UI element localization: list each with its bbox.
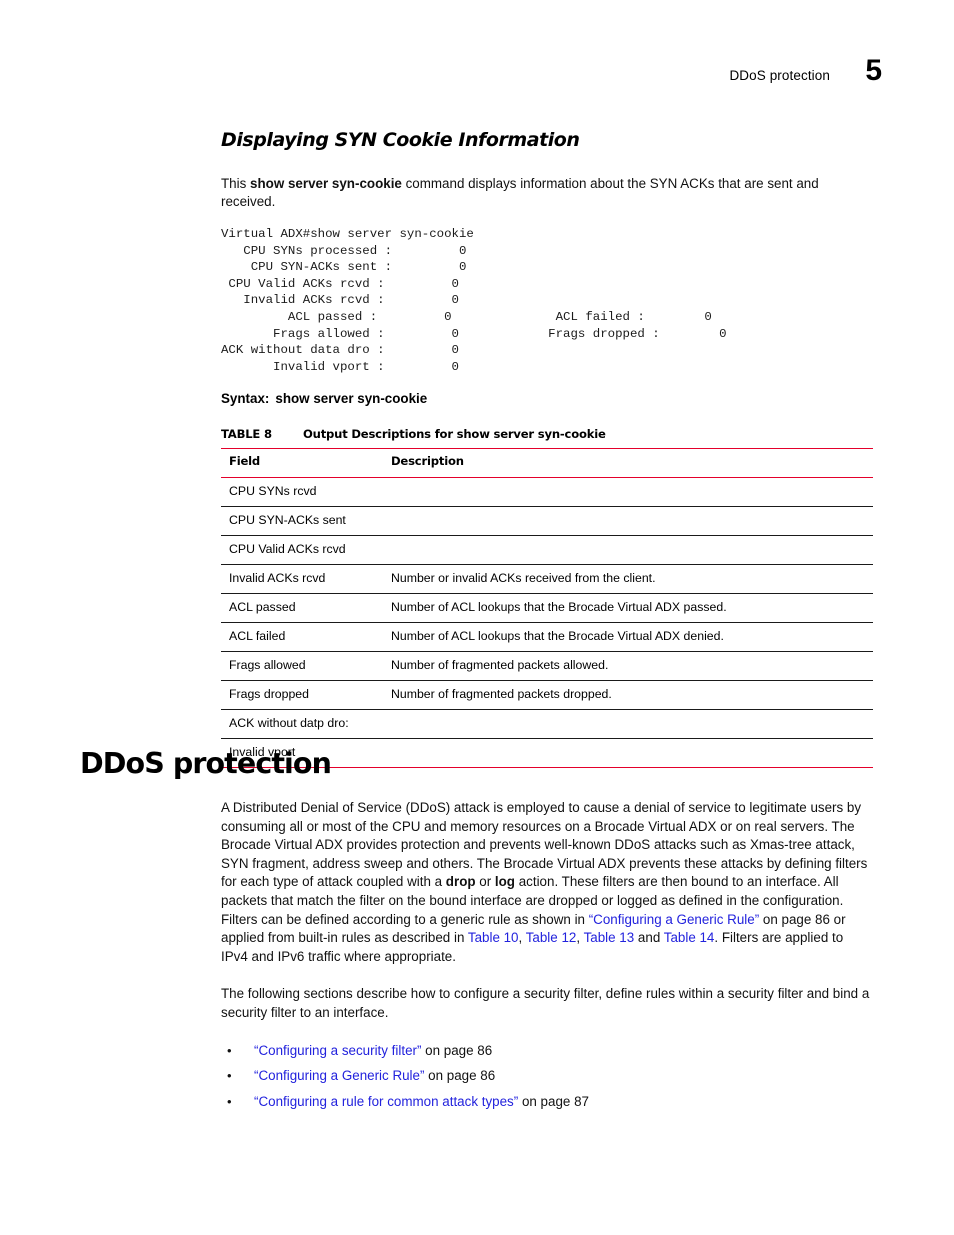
xref-table-14[interactable]: Table 14 (664, 930, 715, 945)
table-caption-title: Output Descriptions for show server syn-… (303, 427, 606, 442)
bullet-icon: • (227, 1093, 232, 1109)
list-item: • “Configuring a Generic Rule” on page 86 (221, 1067, 873, 1086)
cell-description: Number or invalid ACKs received from the… (383, 564, 873, 595)
cell-description: Number of ACL lookups that the Brocade V… (383, 622, 873, 653)
table-body: CPU SYNs rcvd CPU SYN-ACKs sent CPU Valid … (221, 477, 873, 769)
cell-description (383, 477, 873, 508)
cell-description (383, 709, 873, 740)
running-header: DDoS protection 5 (729, 56, 882, 86)
ddos-para-sep-1: , (518, 930, 526, 946)
xref-link[interactable]: “Configuring a rule for common attack ty… (254, 1094, 518, 1109)
xref-link[interactable]: “Configuring a Generic Rule” (254, 1068, 424, 1083)
cell-description: Number of fragmented packets dropped. (383, 680, 873, 711)
table-row: CPU Valid ACKs rcvd (221, 535, 873, 566)
list-item: • “Configuring a security filter” on page… (221, 1042, 873, 1061)
table-caption-number: TABLE 8 (221, 427, 272, 442)
following-sections-paragraph: The following sections describe how to c… (221, 986, 870, 1020)
list-item-page-ref: on page 86 (421, 1042, 493, 1058)
table-row: ACK without datp dro: (221, 709, 873, 740)
xref-table-12[interactable]: Table 12 (526, 930, 577, 945)
cell-field: Frags dropped (221, 680, 383, 711)
lower-content: A Distributed Denial of Service (DDoS) a… (221, 799, 873, 1118)
cli-output-block: Virtual ADX#show server syn-cookie CPU S… (221, 227, 727, 374)
intro-command-bold: show server syn-cookie (250, 175, 402, 191)
ddos-para-sep-2: , (576, 930, 584, 946)
xref-table-13[interactable]: Table 13 (584, 930, 635, 945)
ddos-para-sep-3: and (634, 930, 664, 946)
page-title: DDoS protection (80, 747, 332, 780)
table-header-row: Field Description (221, 448, 873, 479)
column-header-field: Field (221, 448, 383, 479)
syntax-label: Syntax: (221, 391, 270, 407)
table-row: CPU SYNs rcvd (221, 477, 873, 508)
cell-description: Number of fragmented packets allowed. (383, 651, 873, 682)
cell-description (383, 738, 873, 769)
cell-description (383, 506, 873, 537)
cell-description: Number of ACL lookups that the Brocade V… (383, 593, 873, 624)
table-row: Frags dropped Number of fragmented packet… (221, 680, 873, 711)
output-descriptions-table: Field Description CPU SYNs rcvd CPU SYN-A… (221, 448, 873, 769)
list-item-page-ref: on page 86 (424, 1068, 496, 1084)
list-item-page-ref: on page 87 (518, 1093, 589, 1109)
ddos-description-paragraph: A Distributed Denial of Service (DDoS) a… (221, 799, 873, 966)
bullet-icon: • (227, 1068, 232, 1084)
chapter-number: 5 (865, 54, 882, 87)
table-head: Field Description (221, 448, 873, 479)
cell-field: CPU SYNs rcvd (221, 477, 383, 508)
cell-field: ACL failed (221, 622, 383, 653)
ddos-bold-log: log (494, 874, 515, 890)
intro-text-before: This (221, 175, 251, 191)
table-row: CPU SYN-ACKs sent (221, 506, 873, 537)
column-header-description: Description (383, 448, 873, 479)
section-intro-paragraph: This show server syn-cookie command disp… (221, 175, 873, 212)
ddos-para-part-b: or (475, 874, 495, 890)
bullet-icon: • (227, 1042, 232, 1058)
upper-content: Displaying SYN Cookie Information This s… (221, 129, 873, 769)
xref-configuring-a-generic-rule[interactable]: “Configuring a Generic Rule” (589, 912, 759, 927)
syntax-line: Syntax: show server syn-cookie (221, 391, 873, 406)
document-page: DDoS protection 5 Displaying SYN Cookie … (0, 0, 954, 1235)
cell-field: Frags allowed (221, 651, 383, 682)
running-header-title: DDoS protection (729, 68, 830, 83)
list-item: • “Configuring a rule for common attack t… (221, 1093, 873, 1112)
cell-field: CPU Valid ACKs rcvd (221, 535, 383, 566)
xref-link[interactable]: “Configuring a security filter” (254, 1043, 421, 1058)
xref-table-10[interactable]: Table 10 (468, 930, 519, 945)
table-row: Invalid ACKs rcvd Number or invalid ACKs … (221, 564, 873, 595)
ddos-bold-drop: drop (445, 874, 476, 890)
table-caption: TABLE 8 Output Descriptions for show ser… (221, 427, 873, 441)
table-row: ACL passed Number of ACL lookups that the… (221, 593, 873, 624)
cell-field: CPU SYN-ACKs sent (221, 506, 383, 537)
syntax-command: show server syn-cookie (275, 391, 428, 407)
cell-description (383, 535, 873, 566)
cell-field: ACL passed (221, 593, 383, 624)
table-row: ACL failed Number of ACL lookups that the… (221, 622, 873, 653)
section-links-list: • “Configuring a security filter” on page… (221, 1042, 873, 1112)
cell-field: ACK without datp dro: (221, 709, 383, 740)
table-row: Frags allowed Number of fragmented packet… (221, 651, 873, 682)
section-heading: Displaying SYN Cookie Information (221, 129, 580, 151)
cell-field: Invalid ACKs rcvd (221, 564, 383, 595)
